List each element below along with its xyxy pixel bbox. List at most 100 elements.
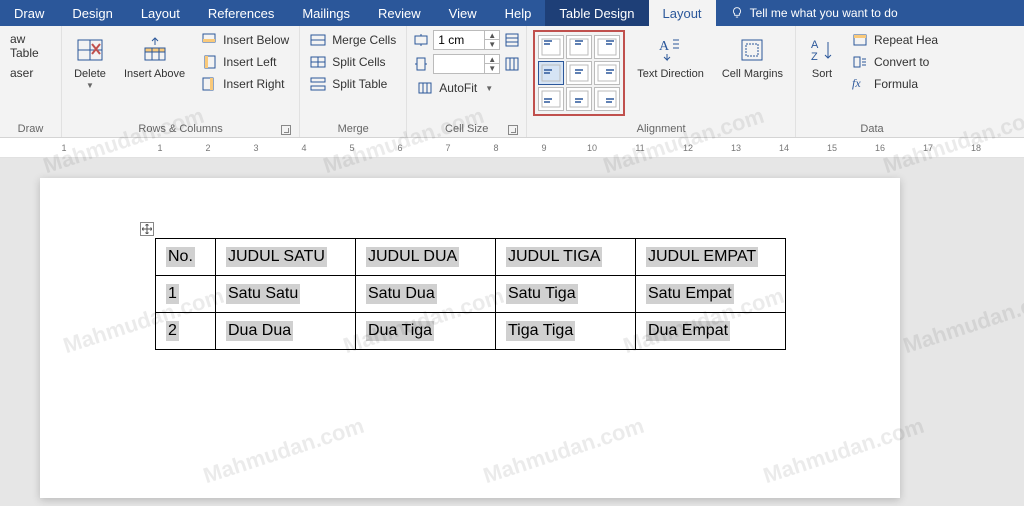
alignment-grid (533, 30, 625, 116)
insert-left-button[interactable]: Insert Left (197, 52, 293, 72)
table-cell[interactable]: JUDUL DUA (356, 239, 496, 276)
tab-view[interactable]: View (435, 0, 491, 26)
svg-text:Z: Z (811, 51, 818, 63)
split-table-button[interactable]: Split Table (306, 74, 400, 94)
eraser-button[interactable]: aser (6, 64, 55, 82)
tab-mailings[interactable]: Mailings (288, 0, 364, 26)
insert-right-button[interactable]: Insert Right (197, 74, 293, 94)
align-bottom-right[interactable] (594, 87, 620, 111)
dialog-launcher-icon[interactable] (281, 125, 291, 135)
table-cell[interactable]: Tiga Tiga (496, 313, 636, 350)
sort-icon: AZ (808, 34, 836, 66)
group-label-cell-size: Cell Size (413, 121, 520, 137)
repeat-header-icon (852, 32, 868, 48)
table-cell[interactable]: No. (156, 239, 216, 276)
table-row[interactable]: 2Dua DuaDua TigaTiga TigaDua Empat (156, 313, 786, 350)
tab-help[interactable]: Help (491, 0, 546, 26)
delete-button[interactable]: Delete ▼ (68, 30, 112, 94)
merge-cells-button[interactable]: Merge Cells (306, 30, 400, 50)
table-row[interactable]: No.JUDUL SATUJUDUL DUAJUDUL TIGAJUDUL EM… (156, 239, 786, 276)
lightbulb-icon (730, 6, 744, 20)
split-cells-button[interactable]: Split Cells (306, 52, 400, 72)
group-label-data: Data (802, 121, 942, 137)
table-cell[interactable]: Satu Tiga (496, 276, 636, 313)
table-move-handle[interactable] (140, 222, 154, 236)
page[interactable]: No.JUDUL SATUJUDUL DUAJUDUL TIGAJUDUL EM… (40, 178, 900, 498)
table-cell[interactable]: Dua Empat (636, 313, 786, 350)
draw-table-button[interactable]: aw Table (6, 30, 55, 62)
delete-icon (74, 34, 106, 66)
dropdown-arrow-icon: ▼ (485, 84, 493, 93)
merge-cells-icon (310, 32, 326, 48)
horizontal-ruler[interactable]: 1123456789101112131415161718 (0, 138, 1024, 158)
spin-up-icon[interactable]: ▲ (485, 55, 499, 64)
distribute-rows-icon[interactable] (504, 32, 520, 48)
insert-below-button[interactable]: Insert Below (197, 30, 293, 50)
tell-me-search[interactable]: Tell me what you want to do (716, 0, 1024, 26)
repeat-header-button[interactable]: Repeat Hea (848, 30, 942, 50)
formula-button[interactable]: fx Formula (848, 74, 942, 93)
text-direction-button[interactable]: A Text Direction (631, 30, 710, 85)
insert-above-button[interactable]: Insert Above (118, 30, 191, 85)
ribbon: aw Table aser Draw Delete ▼ (0, 26, 1024, 138)
table-cell[interactable]: Satu Dua (356, 276, 496, 313)
align-bottom-center[interactable] (566, 87, 592, 111)
group-label-draw: Draw (6, 121, 55, 137)
group-label-merge: Merge (306, 121, 400, 137)
align-middle-right[interactable] (594, 61, 620, 85)
table-cell[interactable]: JUDUL EMPAT (636, 239, 786, 276)
spin-down-icon[interactable]: ▼ (485, 40, 499, 49)
tab-references[interactable]: References (194, 0, 288, 26)
table-cell[interactable]: Dua Dua (216, 313, 356, 350)
tab-table-design[interactable]: Table Design (545, 0, 648, 26)
document-area: No.JUDUL SATUJUDUL DUAJUDUL TIGAJUDUL EM… (0, 158, 1024, 506)
watermark: Mahmudan.com (900, 283, 1024, 359)
autofit-icon (417, 80, 433, 96)
align-top-left[interactable] (538, 35, 564, 59)
align-middle-center[interactable] (566, 61, 592, 85)
document-table[interactable]: No.JUDUL SATUJUDUL DUAJUDUL TIGAJUDUL EM… (155, 238, 786, 350)
group-label-alignment: Alignment (533, 121, 789, 137)
convert-icon (852, 54, 868, 70)
sort-button[interactable]: AZ Sort (802, 30, 842, 85)
table-cell[interactable]: Satu Satu (216, 276, 356, 313)
align-top-center[interactable] (566, 35, 592, 59)
dialog-launcher-icon[interactable] (508, 125, 518, 135)
move-icon (142, 224, 152, 234)
convert-to-text-button[interactable]: Convert to (848, 52, 942, 72)
table-cell[interactable]: Dua Tiga (356, 313, 496, 350)
row-height-icon (413, 32, 429, 48)
group-label-rows-cols: Rows & Columns (68, 121, 293, 137)
align-middle-left[interactable] (538, 61, 564, 85)
tell-me-label: Tell me what you want to do (750, 6, 898, 20)
dropdown-arrow-icon: ▼ (86, 81, 94, 90)
col-width-input[interactable]: ▲▼ (433, 54, 500, 74)
insert-above-icon (139, 34, 171, 66)
svg-text:A: A (811, 39, 819, 51)
table-row[interactable]: 1Satu SatuSatu DuaSatu TigaSatu Empat (156, 276, 786, 313)
svg-text:A: A (659, 39, 670, 54)
cell-margins-button[interactable]: Cell Margins (716, 30, 789, 85)
table-cell[interactable]: 2 (156, 313, 216, 350)
table-cell[interactable]: JUDUL SATU (216, 239, 356, 276)
table-cell[interactable]: 1 (156, 276, 216, 313)
split-cells-icon (310, 54, 326, 70)
autofit-button[interactable]: AutoFit ▼ (413, 78, 520, 98)
split-table-icon (310, 76, 326, 92)
spin-down-icon[interactable]: ▼ (485, 64, 499, 73)
text-direction-icon: A (657, 34, 685, 66)
tab-review[interactable]: Review (364, 0, 435, 26)
row-height-input[interactable]: ▲▼ (433, 30, 500, 50)
tab-draw[interactable]: Draw (0, 0, 58, 26)
tab-design[interactable]: Design (58, 0, 126, 26)
distribute-cols-icon[interactable] (504, 56, 520, 72)
align-top-right[interactable] (594, 35, 620, 59)
insert-left-icon (201, 54, 217, 70)
table-cell[interactable]: Satu Empat (636, 276, 786, 313)
align-bottom-left[interactable] (538, 87, 564, 111)
spin-up-icon[interactable]: ▲ (485, 31, 499, 40)
tab-table-layout[interactable]: Layout (649, 0, 716, 26)
insert-below-icon (201, 32, 217, 48)
table-cell[interactable]: JUDUL TIGA (496, 239, 636, 276)
tab-layout[interactable]: Layout (127, 0, 194, 26)
